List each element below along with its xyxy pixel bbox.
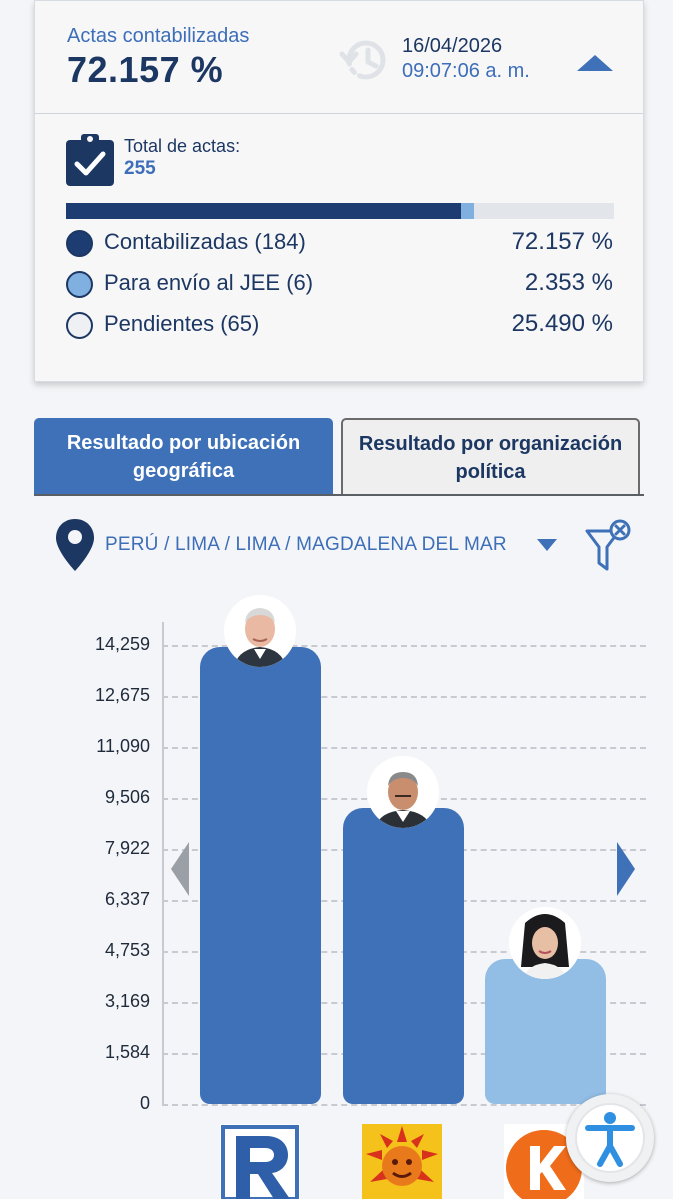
chart-bar-1[interactable] xyxy=(343,807,464,1104)
legend-percentage: 72.157 % xyxy=(511,228,613,255)
counted-label: Actas contabilizadas xyxy=(67,25,250,47)
candidate-avatar-2 xyxy=(509,907,581,980)
y-tick-label: 11,090 xyxy=(96,736,150,756)
party-logo-sun[interactable] xyxy=(362,1124,442,1199)
y-tick-label: 3,169 xyxy=(104,991,150,1011)
summary-header: Actas contabilizadas 72.157 % 16/04/2026… xyxy=(35,1,643,114)
location-breadcrumb[interactable]: PERÚ / LIMA / LIMA / MAGDALENA DEL MAR xyxy=(105,534,507,556)
party-logo-r[interactable] xyxy=(220,1124,300,1199)
chart-prev-arrow[interactable] xyxy=(171,842,189,896)
y-tick-label: 4,753 xyxy=(104,940,150,960)
accessibility-icon xyxy=(575,1103,645,1173)
tab-political-org-results[interactable]: Resultado por organización política xyxy=(341,418,640,495)
y-tick-label: 1,584 xyxy=(104,1042,150,1062)
actas-progress-bar xyxy=(66,203,614,219)
accessibility-button[interactable] xyxy=(566,1094,654,1182)
legend-percentage: 25.490 % xyxy=(511,310,613,337)
legend-dot xyxy=(66,230,93,257)
y-tick-label: 0 xyxy=(139,1093,150,1113)
total-actas-value: 255 xyxy=(124,158,156,179)
chart-y-axis-line xyxy=(162,622,164,1106)
legend-dot xyxy=(66,271,93,298)
chart-bar-2[interactable] xyxy=(485,959,606,1104)
legend-dot xyxy=(66,312,93,339)
update-time: 09:07:06 a. m. xyxy=(402,60,530,82)
counted-percentage: 72.157 % xyxy=(67,49,224,90)
progress-segment-2 xyxy=(474,203,614,219)
total-actas-label: Total de actas: xyxy=(124,136,241,156)
legend-percentage: 2.353 % xyxy=(524,269,613,296)
y-tick-label: 12,675 xyxy=(94,685,150,705)
legend-label: Para envío al JEE (6) xyxy=(104,270,314,295)
y-tick-label: 7,922 xyxy=(104,838,150,858)
progress-segment-1 xyxy=(461,203,475,219)
summary-card: Actas contabilizadas 72.157 % 16/04/2026… xyxy=(34,0,644,382)
legend-label: Pendientes (65) xyxy=(104,311,260,336)
tab-divider xyxy=(34,494,644,496)
chart-next-arrow[interactable] xyxy=(617,842,635,896)
y-tick-label: 9,506 xyxy=(104,787,150,807)
legend-label: Contabilizadas (184) xyxy=(104,229,306,254)
clipboard-check-icon xyxy=(66,134,114,186)
y-tick-label: 6,337 xyxy=(104,889,150,909)
chart-bar-0[interactable] xyxy=(200,646,321,1104)
sun-logo-icon xyxy=(362,1124,442,1199)
progress-segment-0 xyxy=(66,203,462,219)
map-pin-icon xyxy=(56,519,94,571)
legend-row-pendientes: Pendientes (65) 25.490 % xyxy=(66,310,613,340)
tab-geographic-results[interactable]: Resultado por ubicación geográfica xyxy=(34,418,333,495)
update-date: 16/04/2026 xyxy=(402,35,503,57)
caret-up-icon[interactable] xyxy=(577,53,613,73)
y-tick-label: 14,259 xyxy=(94,634,150,654)
r-letter-logo-icon xyxy=(220,1124,300,1199)
legend-row-contabilizadas: Contabilizadas (184) 72.157 % xyxy=(66,228,613,258)
legend-row-jee: Para envío al JEE (6) 2.353 % xyxy=(66,269,613,299)
filter-clear-icon[interactable] xyxy=(584,517,636,575)
chevron-down-icon[interactable] xyxy=(537,538,557,552)
candidate-avatar-0 xyxy=(224,594,296,667)
candidate-avatar-1 xyxy=(367,755,439,828)
clock-history-icon xyxy=(339,40,386,80)
